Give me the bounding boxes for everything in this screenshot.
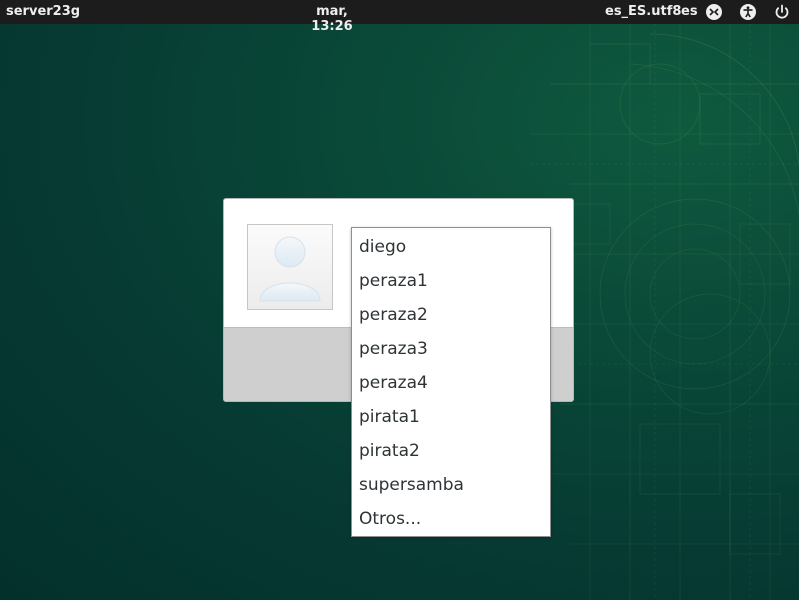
user-option-pirata2[interactable]: pirata2 <box>352 434 550 468</box>
hostname-label: server23g <box>6 4 81 19</box>
user-avatar-icon <box>247 224 333 310</box>
power-icon[interactable] <box>773 3 791 21</box>
language-indicator[interactable]: es_ES.utf8 <box>605 4 681 19</box>
top-panel: server23g mar, 13:26 es_ES.utf8 es <box>0 0 799 34</box>
user-option-supersamba[interactable]: supersamba <box>352 468 550 502</box>
keyboard-layout-indicator[interactable]: es <box>681 4 698 19</box>
user-option-peraza1[interactable]: peraza1 <box>352 264 550 298</box>
user-option-peraza3[interactable]: peraza3 <box>352 332 550 366</box>
user-option-peraza2[interactable]: peraza2 <box>352 298 550 332</box>
user-option-pirata1[interactable]: pirata1 <box>352 400 550 434</box>
user-selection-dropdown[interactable]: diego peraza1 peraza2 peraza3 peraza4 pi… <box>351 227 551 537</box>
clock-label[interactable]: mar, 13:26 <box>300 4 364 34</box>
user-option-peraza4[interactable]: peraza4 <box>352 366 550 400</box>
user-option-other[interactable]: Otros... <box>352 502 550 536</box>
xfce-session-icon[interactable] <box>705 3 723 21</box>
user-option-diego[interactable]: diego <box>352 230 550 264</box>
accessibility-icon[interactable] <box>739 3 757 21</box>
